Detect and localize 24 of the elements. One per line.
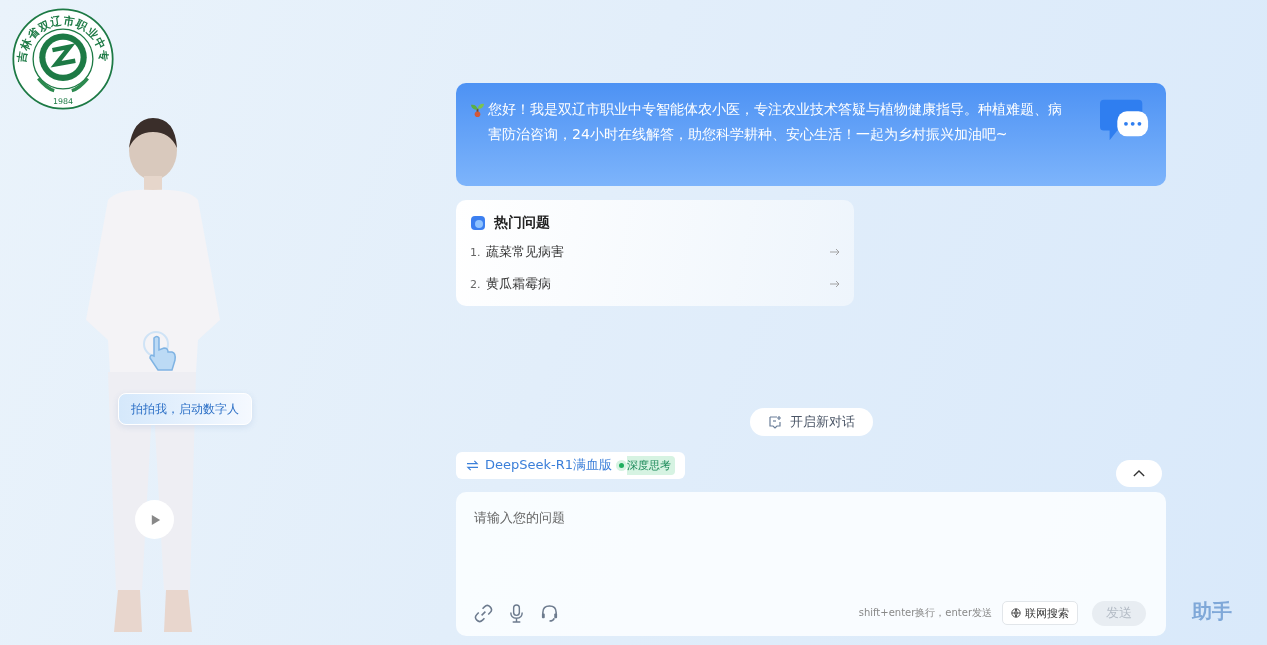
new-chat-button[interactable]: 开启新对话 — [749, 408, 873, 436]
greeting-text: 您好！我是双辽市职业中专智能体农小医，专注农业技术答疑与植物健康指导。种植难题、病害防治咨询，24小时在线解答，助您科学耕种、安心生活！一起为乡村振兴加油吧~ — [488, 100, 1063, 144]
hot-question-item[interactable]: 1. 蔬菜常见病害 — [470, 236, 840, 268]
microphone-icon[interactable] — [507, 603, 526, 623]
new-chat-icon — [767, 415, 782, 429]
hot-questions-title: 热门问题 — [494, 214, 550, 232]
arrow-icon — [830, 280, 840, 288]
headset-icon[interactable] — [540, 603, 559, 623]
model-selector[interactable]: DeepSeek-R1满血版 — [456, 451, 617, 479]
decor-text: 助手 — [1192, 598, 1232, 625]
sprout-icon — [470, 102, 485, 117]
start-digital-human-button[interactable]: 拍拍我，启动数字人 — [118, 393, 252, 425]
link-icon[interactable] — [474, 603, 493, 623]
swap-icon — [466, 459, 479, 471]
question-badge-icon — [470, 215, 486, 231]
chevron-up-icon — [1133, 469, 1145, 477]
shortcut-hint: shift+enter换行，enter发送 — [858, 606, 992, 620]
web-search-button[interactable]: 联网搜索 — [1002, 601, 1078, 625]
hot-question-item[interactable]: 2. 黄瓜霜霉病 — [470, 268, 840, 300]
deep-thinking-tag[interactable]: 深度思考 — [616, 451, 686, 479]
globe-icon — [1011, 608, 1021, 618]
play-icon — [151, 513, 161, 526]
arrow-icon — [830, 248, 840, 256]
school-logo: 吉林省双辽市职业中专 1984 — [12, 8, 114, 110]
